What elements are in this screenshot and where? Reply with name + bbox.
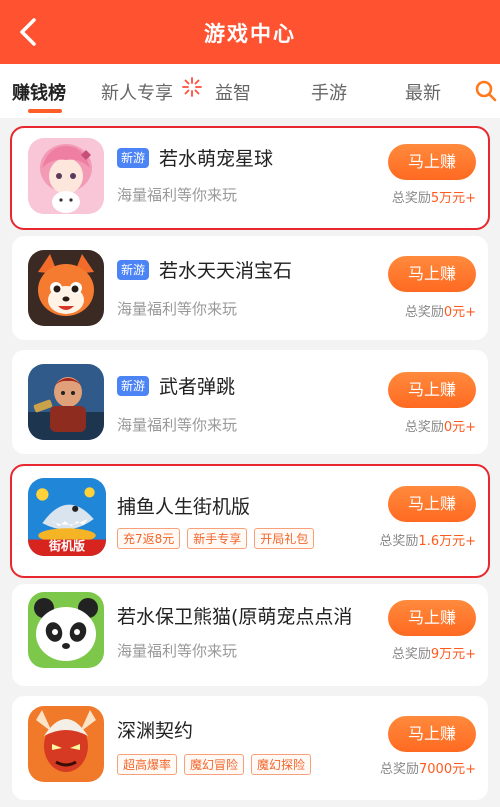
game-subtitle: 海量福利等你来玩 <box>117 416 238 434</box>
game-card[interactable]: 新游 若水萌宠星球 海量福利等你来玩 马上赚 总奖励5万元+ <box>10 126 490 230</box>
total-reward: 总奖励5万元+ <box>391 191 476 206</box>
new-game-badge: 新游 <box>117 376 150 396</box>
total-reward: 总奖励9万元+ <box>391 647 476 662</box>
total-reward: 总奖励0元+ <box>404 305 476 320</box>
earn-now-button[interactable]: 马上赚 <box>388 144 476 180</box>
tab-puzzle[interactable]: 益智 <box>215 79 251 105</box>
fox-mascot-icon <box>28 250 104 326</box>
game-tag: 充7返8元 <box>117 528 181 549</box>
earn-now-button[interactable]: 马上赚 <box>388 716 476 752</box>
header-bar: 游戏中心 <box>0 0 500 64</box>
tab-mobile-games[interactable]: 手游 <box>311 79 347 105</box>
game-subtitle: 海量福利等你来玩 <box>117 642 238 660</box>
game-card[interactable]: 若水保卫熊猫(原萌宠点点消 海量福利等你来玩 马上赚 总奖励9万元+ <box>12 584 488 686</box>
panda-icon <box>28 592 104 668</box>
game-name: 若水保卫熊猫(原萌宠点点消 <box>117 606 353 628</box>
game-tag: 超高爆率 <box>117 754 178 775</box>
game-tags: 充7返8元 新手专享 开局礼包 <box>117 528 315 549</box>
game-card[interactable]: 新游 若水天天消宝石 海量福利等你来玩 马上赚 总奖励0元+ <box>12 236 488 340</box>
category-tabs: 赚钱榜 新人专享 益智 手游 最新 <box>0 64 500 118</box>
game-card[interactable]: 街机版 捕鱼人生街机版 充7返8元 新手专享 开局礼包 马上赚 总奖励1.6万元… <box>10 464 490 578</box>
game-name: 捕鱼人生街机版 <box>117 496 251 518</box>
page-title: 游戏中心 <box>204 22 296 46</box>
game-tags: 超高爆率 魔幻冒险 魔幻探险 <box>117 754 312 775</box>
game-subtitle: 海量福利等你来玩 <box>117 300 238 318</box>
warrior-icon <box>28 364 104 440</box>
game-tag: 魔幻冒险 <box>184 754 245 775</box>
game-card[interactable]: 深渊契约 超高爆率 魔幻冒险 魔幻探险 马上赚 总奖励7000元+ <box>12 696 488 800</box>
game-name: 若水萌宠星球 <box>159 148 274 170</box>
earn-now-button[interactable]: 马上赚 <box>388 486 476 522</box>
tab-latest[interactable]: 最新 <box>405 79 441 105</box>
demon-warrior-icon <box>28 706 104 782</box>
earn-now-button[interactable]: 马上赚 <box>388 600 476 636</box>
game-subtitle: 海量福利等你来玩 <box>117 186 238 204</box>
game-tag: 开局礼包 <box>254 528 315 549</box>
game-name: 武者弹跳 <box>159 376 236 398</box>
active-tab-indicator <box>28 109 62 113</box>
total-reward: 总奖励0元+ <box>404 420 476 435</box>
new-game-badge: 新游 <box>117 148 150 168</box>
icon-caption: 街机版 <box>48 539 85 553</box>
total-reward: 总奖励7000元+ <box>380 762 476 777</box>
tab-earn-ranking[interactable]: 赚钱榜 <box>12 79 66 105</box>
search-icon[interactable] <box>474 79 500 105</box>
pink-anime-girl-icon <box>28 138 104 214</box>
tab-newcomer[interactable]: 新人专享 <box>101 79 173 105</box>
new-game-badge: 新游 <box>117 260 150 280</box>
earn-now-button[interactable]: 马上赚 <box>388 372 476 408</box>
game-name: 若水天天消宝石 <box>159 260 293 282</box>
fishing-shark-icon: 街机版 <box>28 478 106 556</box>
game-card[interactable]: 新游 武者弹跳 海量福利等你来玩 马上赚 总奖励0元+ <box>12 350 488 454</box>
game-name: 深渊契约 <box>117 720 194 742</box>
total-reward: 总奖励1.6万元+ <box>379 534 476 549</box>
game-tag: 新手专享 <box>187 528 248 549</box>
game-tag: 魔幻探险 <box>251 754 312 775</box>
sparkle-icon <box>181 76 203 98</box>
earn-now-button[interactable]: 马上赚 <box>388 256 476 292</box>
